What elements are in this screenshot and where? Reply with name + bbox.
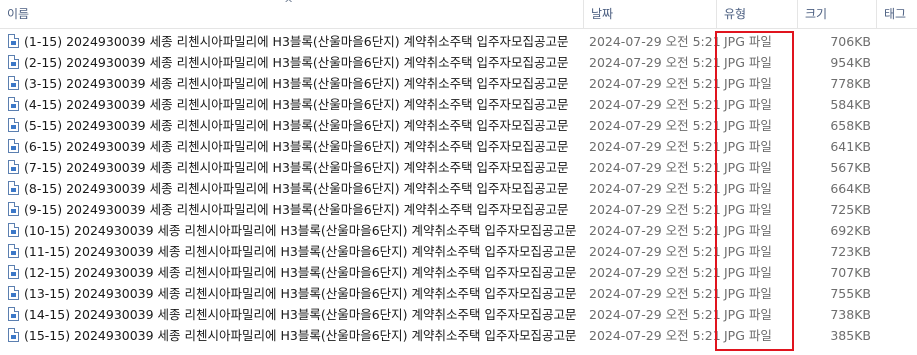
file-name: (11-15) 2024930039 세종 리첸시아파밀리에 H3블록(산울마을… (24, 244, 577, 259)
file-name: (3-15) 2024930039 세종 리첸시아파밀리에 H3블록(산울마을6… (24, 76, 569, 91)
image-file-icon (8, 118, 19, 132)
file-type: JPG 파일 (724, 76, 772, 91)
file-size: 723KB (830, 244, 871, 259)
file-type: JPG 파일 (724, 244, 772, 259)
file-name: (15-15) 2024930039 세종 리첸시아파밀리에 H3블록(산울마을… (24, 328, 577, 343)
file-date: 2024-07-29 오전 5:21 (589, 55, 721, 70)
file-type: JPG 파일 (724, 34, 772, 49)
file-size: 658KB (830, 118, 871, 133)
file-date: 2024-07-29 오전 5:21 (589, 97, 721, 112)
file-size: 706KB (830, 34, 871, 49)
image-file-icon (8, 139, 19, 153)
file-row[interactable]: (15-15) 2024930039 세종 리첸시아파밀리에 H3블록(산울마을… (0, 325, 917, 346)
file-size: 567KB (830, 160, 871, 175)
file-size: 738KB (830, 307, 871, 322)
file-date: 2024-07-29 오전 5:21 (589, 181, 721, 196)
file-size: 692KB (830, 223, 871, 238)
column-header-size[interactable]: 크기 (798, 0, 876, 28)
file-type: JPG 파일 (724, 181, 772, 196)
file-date: 2024-07-29 오전 5:21 (589, 160, 721, 175)
image-file-icon (8, 328, 19, 342)
file-date: 2024-07-29 오전 5:21 (589, 244, 721, 259)
file-size: 954KB (830, 55, 871, 70)
file-date: 2024-07-29 오전 5:21 (589, 139, 721, 154)
file-date: 2024-07-29 오전 5:21 (589, 328, 721, 343)
file-size: 664KB (830, 181, 871, 196)
image-file-icon (8, 34, 19, 48)
file-type: JPG 파일 (724, 139, 772, 154)
file-date: 2024-07-29 오전 5:21 (589, 265, 721, 280)
file-name: (6-15) 2024930039 세종 리첸시아파밀리에 H3블록(산울마을6… (24, 139, 569, 154)
image-file-icon (8, 307, 19, 321)
file-row[interactable]: (2-15) 2024930039 세종 리첸시아파밀리에 H3블록(산울마을6… (0, 52, 917, 73)
file-size: 584KB (830, 97, 871, 112)
file-type: JPG 파일 (724, 307, 772, 322)
file-date: 2024-07-29 오전 5:21 (589, 307, 721, 322)
file-name: (9-15) 2024930039 세종 리첸시아파밀리에 H3블록(산울마을6… (24, 202, 569, 217)
file-row[interactable]: (11-15) 2024930039 세종 리첸시아파밀리에 H3블록(산울마을… (0, 241, 917, 262)
file-name: (14-15) 2024930039 세종 리첸시아파밀리에 H3블록(산울마을… (24, 307, 577, 322)
file-date: 2024-07-29 오전 5:21 (589, 118, 721, 133)
image-file-icon (8, 76, 19, 90)
image-file-icon (8, 223, 19, 237)
file-row[interactable]: (10-15) 2024930039 세종 리첸시아파밀리에 H3블록(산울마을… (0, 220, 917, 241)
file-size: 707KB (830, 265, 871, 280)
file-name: (10-15) 2024930039 세종 리첸시아파밀리에 H3블록(산울마을… (24, 223, 577, 238)
file-size: 755KB (830, 286, 871, 301)
image-file-icon (8, 265, 19, 279)
file-name: (7-15) 2024930039 세종 리첸시아파밀리에 H3블록(산울마을6… (24, 160, 569, 175)
file-size: 641KB (830, 139, 871, 154)
image-file-icon (8, 97, 19, 111)
file-name: (4-15) 2024930039 세종 리첸시아파밀리에 H3블록(산울마을6… (24, 97, 569, 112)
file-size: 778KB (830, 76, 871, 91)
file-row[interactable]: (6-15) 2024930039 세종 리첸시아파밀리에 H3블록(산울마을6… (0, 136, 917, 157)
file-type: JPG 파일 (724, 223, 772, 238)
file-type: JPG 파일 (724, 55, 772, 70)
file-name: (8-15) 2024930039 세종 리첸시아파밀리에 H3블록(산울마을6… (24, 181, 569, 196)
image-file-icon (8, 286, 19, 300)
file-row[interactable]: (4-15) 2024930039 세종 리첸시아파밀리에 H3블록(산울마을6… (0, 94, 917, 115)
column-header-date[interactable]: 날짜 (584, 0, 716, 28)
file-row[interactable]: (12-15) 2024930039 세종 리첸시아파밀리에 H3블록(산울마을… (0, 262, 917, 283)
image-file-icon (8, 181, 19, 195)
file-type: JPG 파일 (724, 202, 772, 217)
file-type: JPG 파일 (724, 286, 772, 301)
file-row[interactable]: (7-15) 2024930039 세종 리첸시아파밀리에 H3블록(산울마을6… (0, 157, 917, 178)
file-date: 2024-07-29 오전 5:21 (589, 286, 721, 301)
file-type: JPG 파일 (724, 160, 772, 175)
file-type: JPG 파일 (724, 97, 772, 112)
file-row[interactable]: (9-15) 2024930039 세종 리첸시아파밀리에 H3블록(산울마을6… (0, 199, 917, 220)
file-date: 2024-07-29 오전 5:21 (589, 223, 721, 238)
file-list: (1-15) 2024930039 세종 리첸시아파밀리에 H3블록(산울마을6… (0, 31, 917, 346)
file-name: (2-15) 2024930039 세종 리첸시아파밀리에 H3블록(산울마을6… (24, 55, 569, 70)
column-header-type[interactable]: 유형 (717, 0, 797, 28)
file-date: 2024-07-29 오전 5:21 (589, 34, 721, 49)
file-size: 725KB (830, 202, 871, 217)
file-size: 385KB (830, 328, 871, 343)
file-row[interactable]: (14-15) 2024930039 세종 리첸시아파밀리에 H3블록(산울마을… (0, 304, 917, 325)
file-row[interactable]: (13-15) 2024930039 세종 리첸시아파밀리에 H3블록(산울마을… (0, 283, 917, 304)
file-row[interactable]: (5-15) 2024930039 세종 리첸시아파밀리에 H3블록(산울마을6… (0, 115, 917, 136)
file-name: (13-15) 2024930039 세종 리첸시아파밀리에 H3블록(산울마을… (24, 286, 577, 301)
file-date: 2024-07-29 오전 5:21 (589, 76, 721, 91)
image-file-icon (8, 160, 19, 174)
file-name: (1-15) 2024930039 세종 리첸시아파밀리에 H3블록(산울마을6… (24, 34, 569, 49)
image-file-icon (8, 244, 19, 258)
file-row[interactable]: (3-15) 2024930039 세종 리첸시아파밀리에 H3블록(산울마을6… (0, 73, 917, 94)
column-header-bar: ^ 이름 날짜 유형 크기 태그 (0, 0, 917, 29)
file-name: (5-15) 2024930039 세종 리첸시아파밀리에 H3블록(산울마을6… (24, 118, 569, 133)
file-type: JPG 파일 (724, 118, 772, 133)
column-header-tags[interactable]: 태그 (877, 0, 917, 28)
image-file-icon (8, 202, 19, 216)
column-header-name[interactable]: 이름 (0, 0, 583, 28)
file-type: JPG 파일 (724, 265, 772, 280)
file-row[interactable]: (8-15) 2024930039 세종 리첸시아파밀리에 H3블록(산울마을6… (0, 178, 917, 199)
image-file-icon (8, 55, 19, 69)
file-date: 2024-07-29 오전 5:21 (589, 202, 721, 217)
file-type: JPG 파일 (724, 328, 772, 343)
file-name: (12-15) 2024930039 세종 리첸시아파밀리에 H3블록(산울마을… (24, 265, 577, 280)
file-row[interactable]: (1-15) 2024930039 세종 리첸시아파밀리에 H3블록(산울마을6… (0, 31, 917, 52)
